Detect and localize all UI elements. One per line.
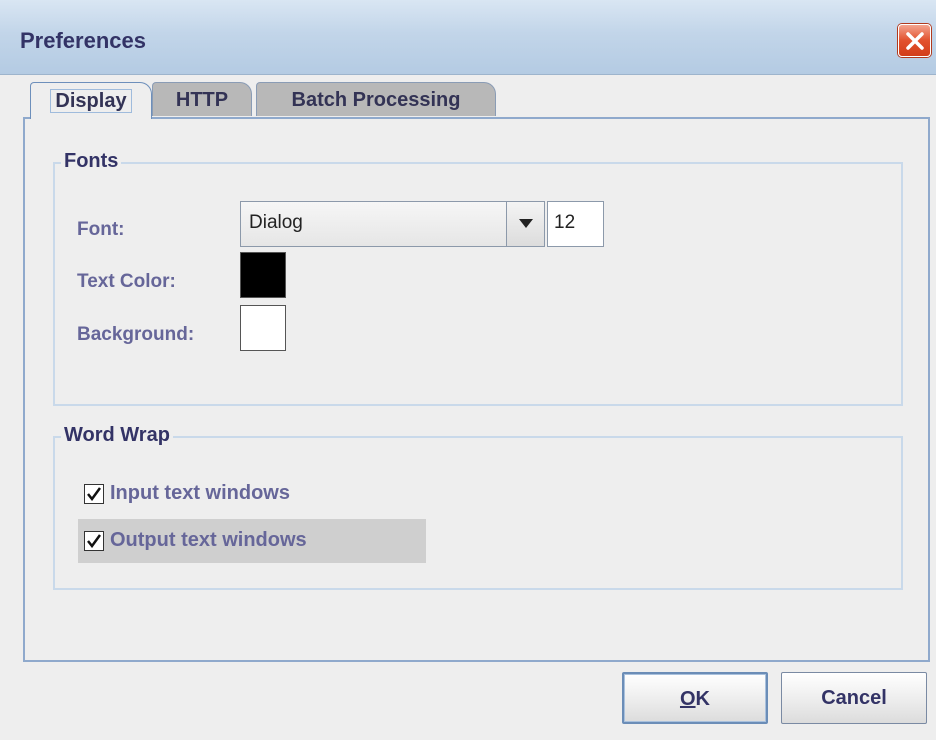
tab-batch-processing-label: Batch Processing [291, 89, 461, 111]
output-text-windows-label: Output text windows [110, 529, 307, 551]
window-title: Preferences [20, 28, 146, 53]
input-text-windows-checkbox-row[interactable]: Input text windows [78, 472, 426, 516]
text-color-label: Text Color: [77, 271, 176, 292]
tab-http-label: HTTP [175, 89, 229, 111]
preferences-dialog: Preferences Display HTTP Batch Processin… [0, 0, 936, 740]
word-wrap-group: Word Wrap Input text windows Output text… [53, 424, 903, 590]
background-color-swatch[interactable] [240, 305, 286, 351]
ok-mnemonic: O [679, 688, 696, 710]
font-label: Font: [77, 219, 125, 240]
ok-label-rest: K [695, 688, 710, 710]
text-color-swatch[interactable] [240, 252, 286, 298]
background-label: Background: [77, 324, 195, 345]
tab-display[interactable]: Display [30, 82, 152, 119]
font-size-input[interactable]: 12 [547, 201, 604, 247]
font-combo-dropdown-button[interactable] [506, 202, 544, 246]
font-combo-value: Dialog [249, 212, 303, 233]
ok-button[interactable]: OK [622, 672, 768, 724]
input-text-windows-checkbox[interactable] [84, 484, 104, 504]
word-wrap-group-title: Word Wrap [61, 424, 173, 447]
close-icon [906, 32, 924, 50]
close-button[interactable] [898, 24, 931, 57]
cancel-button[interactable]: Cancel [781, 672, 927, 724]
fonts-group: Fonts Font: Dialog 12 Text Color: Backgr… [53, 150, 903, 406]
output-text-windows-checkbox[interactable] [84, 531, 104, 551]
output-text-windows-checkbox-row[interactable]: Output text windows [78, 519, 426, 563]
checkmark-icon [87, 534, 101, 548]
tab-batch-processing[interactable]: Batch Processing [256, 82, 496, 116]
display-tab-panel: Fonts Font: Dialog 12 Text Color: Backgr… [23, 117, 930, 662]
title-bar[interactable]: Preferences [0, 0, 936, 75]
tab-http[interactable]: HTTP [152, 82, 252, 116]
checkmark-icon [87, 487, 101, 501]
chevron-down-icon [519, 219, 533, 228]
font-combo[interactable]: Dialog [240, 201, 545, 247]
input-text-windows-label: Input text windows [110, 482, 290, 504]
tab-display-label: Display [50, 89, 132, 113]
fonts-group-title: Fonts [61, 150, 122, 173]
